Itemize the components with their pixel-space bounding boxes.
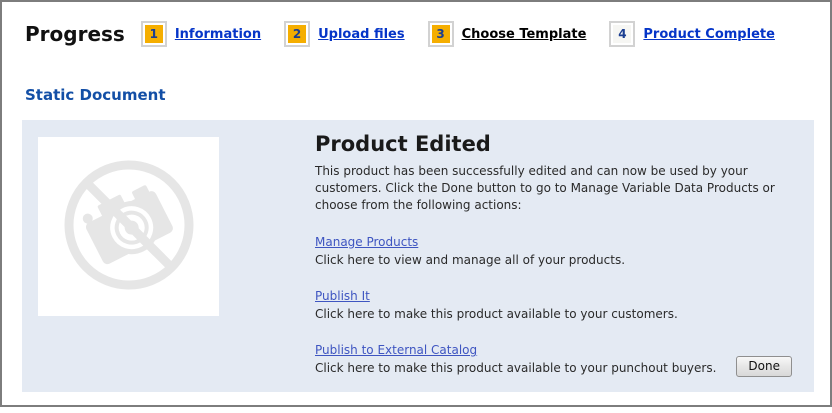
page-frame: Progress 1 Information 2 Upload files 3 …	[0, 0, 832, 407]
page-title: Product Edited	[315, 132, 815, 156]
step-product-complete: 4 Product Complete	[609, 21, 775, 47]
step-1-link-information[interactable]: Information	[175, 27, 261, 42]
publish-it-description: Click here to make this product availabl…	[315, 306, 815, 322]
manage-products-link[interactable]: Manage Products	[315, 235, 418, 249]
progress-heading: Progress	[25, 22, 125, 46]
step-2-link-upload-files[interactable]: Upload files	[318, 27, 405, 42]
result-content: Product Edited This product has been suc…	[315, 132, 815, 376]
main-panel: Product Edited This product has been suc…	[22, 120, 814, 392]
result-description: This product has been successfully edite…	[315, 163, 812, 214]
step-2-number-badge: 2	[284, 21, 310, 47]
publish-external-catalog-link[interactable]: Publish to External Catalog	[315, 343, 477, 357]
section-title-static-document: Static Document	[25, 86, 166, 104]
no-photo-camera-icon	[53, 149, 205, 305]
step-4-link-product-complete[interactable]: Product Complete	[643, 27, 775, 42]
step-4-number-badge: 4	[609, 21, 635, 47]
product-image-placeholder	[38, 137, 219, 316]
step-3-link-choose-template[interactable]: Choose Template	[462, 27, 587, 42]
step-1-number-badge: 1	[141, 21, 167, 47]
step-information: 1 Information	[141, 21, 261, 47]
progress-nav: Progress 1 Information 2 Upload files 3 …	[25, 21, 798, 47]
step-3-number-badge: 3	[428, 21, 454, 47]
publish-it-link[interactable]: Publish It	[315, 289, 370, 303]
action-publish-it: Publish It Click here to make this produ…	[315, 285, 815, 322]
manage-products-description: Click here to view and manage all of you…	[315, 252, 815, 268]
step-upload-files: 2 Upload files	[284, 21, 405, 47]
action-manage-products: Manage Products Click here to view and m…	[315, 231, 815, 268]
step-choose-template: 3 Choose Template	[428, 21, 587, 47]
done-button[interactable]: Done	[736, 356, 792, 377]
